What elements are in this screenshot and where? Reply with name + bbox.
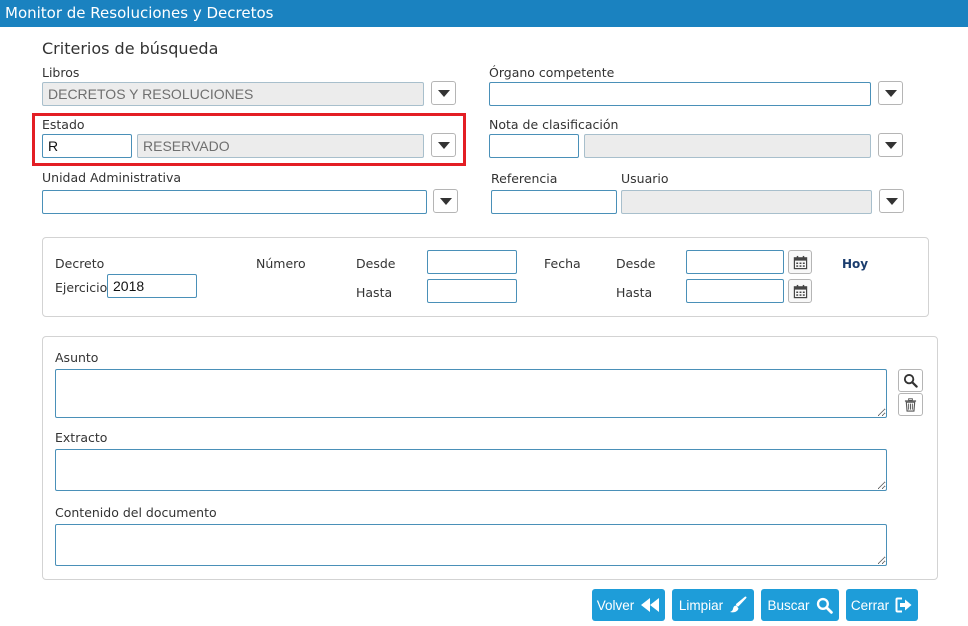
numero-label: Número bbox=[256, 256, 306, 271]
caret-down-icon bbox=[437, 141, 450, 149]
referencia-label: Referencia bbox=[491, 171, 558, 186]
nota-description-field bbox=[584, 134, 871, 158]
asunto-textarea[interactable] bbox=[55, 369, 887, 418]
sign-out-icon bbox=[895, 597, 912, 613]
unidad-dropdown-button[interactable] bbox=[433, 189, 458, 213]
extracto-textarea[interactable] bbox=[55, 449, 887, 491]
libros-dropdown-button[interactable] bbox=[431, 81, 456, 105]
unidad-label: Unidad Administrativa bbox=[42, 170, 182, 185]
numero-desde-input[interactable] bbox=[427, 250, 517, 274]
referencia-input[interactable] bbox=[491, 190, 617, 214]
volver-button[interactable]: Volver bbox=[592, 589, 665, 621]
fecha-hasta-input[interactable] bbox=[686, 279, 784, 303]
usuario-field bbox=[621, 190, 872, 214]
organo-field[interactable] bbox=[489, 82, 871, 106]
caret-down-icon bbox=[437, 89, 450, 97]
numero-hasta-label: Hasta bbox=[356, 285, 393, 300]
numero-desde-label: Desde bbox=[356, 256, 396, 271]
search-icon bbox=[903, 373, 918, 388]
caret-down-icon bbox=[884, 89, 897, 97]
caret-down-icon bbox=[885, 197, 898, 205]
usuario-label: Usuario bbox=[621, 171, 669, 186]
estado-description-field: RESERVADO bbox=[137, 134, 424, 158]
libros-label: Libros bbox=[42, 65, 80, 80]
fecha-hasta-calendar-button[interactable] bbox=[788, 279, 812, 303]
estado-label: Estado bbox=[42, 117, 85, 132]
caret-down-icon bbox=[439, 197, 452, 205]
organo-dropdown-button[interactable] bbox=[878, 81, 903, 105]
unidad-field[interactable] bbox=[42, 190, 427, 214]
cerrar-label: Cerrar bbox=[850, 597, 890, 613]
estado-dropdown-button[interactable] bbox=[431, 133, 456, 157]
contenido-textarea[interactable] bbox=[55, 524, 887, 566]
limpiar-label: Limpiar bbox=[678, 597, 724, 613]
contenido-label: Contenido del documento bbox=[55, 505, 217, 520]
asunto-label: Asunto bbox=[55, 350, 99, 365]
window-title: Monitor de Resoluciones y Decretos bbox=[0, 0, 968, 27]
organo-label: Órgano competente bbox=[489, 65, 615, 80]
asunto-search-button[interactable] bbox=[898, 369, 923, 392]
nota-label: Nota de clasificación bbox=[489, 117, 619, 132]
hoy-link[interactable]: Hoy bbox=[842, 257, 868, 271]
volver-label: Volver bbox=[596, 597, 635, 613]
extracto-label: Extracto bbox=[55, 430, 108, 445]
numero-hasta-input[interactable] bbox=[427, 279, 517, 303]
calendar-icon bbox=[793, 255, 807, 269]
fecha-desde-calendar-button[interactable] bbox=[788, 250, 812, 274]
decreto-title: Decreto bbox=[55, 256, 105, 271]
fecha-label: Fecha bbox=[544, 256, 581, 271]
fecha-hasta-label: Hasta bbox=[616, 285, 653, 300]
fecha-desde-label: Desde bbox=[616, 256, 656, 271]
ejercicio-input[interactable]: 2018 bbox=[107, 274, 197, 298]
nota-code-input[interactable] bbox=[489, 134, 579, 158]
cerrar-button[interactable]: Cerrar bbox=[846, 589, 918, 621]
estado-code-input[interactable]: R bbox=[42, 134, 132, 158]
usuario-dropdown-button[interactable] bbox=[879, 189, 904, 213]
nota-dropdown-button[interactable] bbox=[878, 133, 903, 157]
fecha-desde-input[interactable] bbox=[686, 250, 784, 274]
search-icon bbox=[816, 597, 833, 614]
criteria-heading: Criterios de búsqueda bbox=[42, 39, 219, 58]
ejercicio-label: Ejercicio bbox=[55, 280, 108, 295]
asunto-clear-button[interactable] bbox=[898, 393, 923, 416]
calendar-icon bbox=[793, 284, 807, 298]
brush-icon bbox=[730, 596, 747, 613]
buscar-label: Buscar bbox=[767, 597, 810, 613]
buscar-button[interactable]: Buscar bbox=[761, 589, 839, 621]
double-chevron-left-icon bbox=[641, 598, 660, 612]
limpiar-button[interactable]: Limpiar bbox=[672, 589, 754, 621]
trash-icon bbox=[904, 397, 917, 412]
libros-field[interactable]: DECRETOS Y RESOLUCIONES bbox=[42, 82, 424, 106]
caret-down-icon bbox=[884, 141, 897, 149]
